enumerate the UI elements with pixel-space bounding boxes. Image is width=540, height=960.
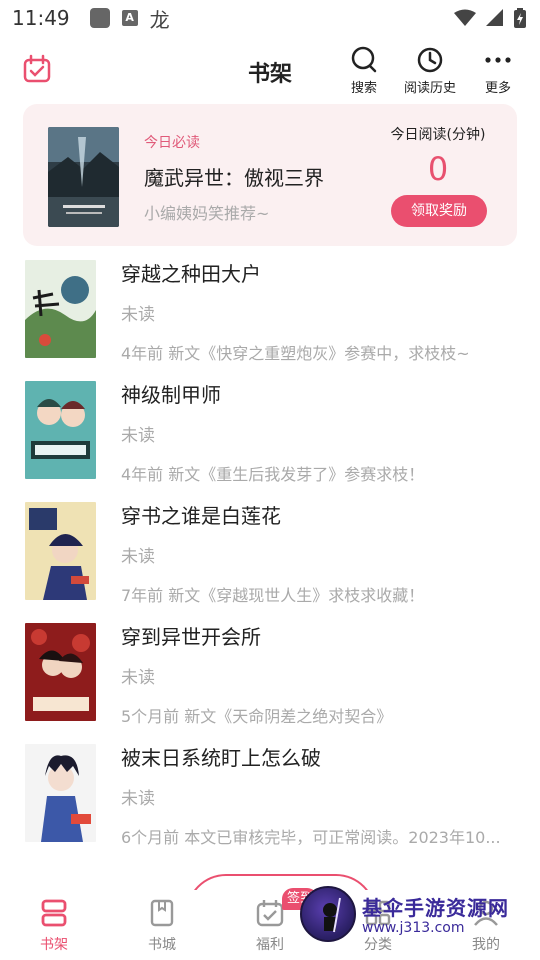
book-cover[interactable] bbox=[25, 623, 96, 721]
book-read-status: 未读 bbox=[121, 789, 155, 809]
book-update: 5个月前 新文《天命阴差之绝对契合》 bbox=[121, 707, 393, 726]
book-row[interactable]: 穿越之种田大户 未读 4年前 新文《快穿之重塑炮灰》参赛中，求枝枝~ bbox=[0, 254, 540, 372]
header: 书架 搜索 阅读历史 更多 bbox=[0, 40, 540, 102]
nav-bookstore[interactable]: 书城 bbox=[122, 898, 202, 954]
book-read-status: 未读 bbox=[121, 547, 155, 567]
book-cover[interactable] bbox=[25, 381, 96, 479]
book-update: 7年前 新文《穿越现世人生》求枝求收藏！ bbox=[121, 586, 425, 605]
reading-history-button[interactable]: 阅读历史 bbox=[404, 46, 456, 96]
app-glyph-icon: 龙 bbox=[149, 7, 170, 32]
book-row[interactable]: 穿到异世开会所 未读 5个月前 新文《天命阴差之绝对契合》 bbox=[0, 617, 540, 735]
more-button[interactable]: 更多 bbox=[484, 46, 512, 96]
nav-bookstore-label: 书城 bbox=[148, 937, 176, 953]
watermark-url: www.j313.com bbox=[362, 920, 465, 936]
watermark-logo-icon bbox=[300, 886, 356, 942]
book-read-status: 未读 bbox=[121, 668, 155, 688]
battery-icon bbox=[514, 8, 526, 28]
book-cover[interactable] bbox=[25, 260, 96, 358]
nav-bookshelf-label: 书架 bbox=[40, 937, 68, 953]
watermark-title: 基伞手游资源网 bbox=[362, 896, 509, 920]
app-a-icon: A bbox=[121, 10, 138, 26]
search-label: 搜索 bbox=[350, 81, 377, 96]
page-title: 书架 bbox=[247, 62, 292, 87]
nav-welfare-label: 福利 bbox=[256, 937, 284, 953]
daily-subtitle: 小编姨妈笑推荐~ bbox=[144, 204, 270, 223]
daily-book-cover[interactable] bbox=[48, 127, 119, 227]
notification-icon bbox=[89, 8, 110, 28]
daily-recommend-card[interactable]: 今日必读 魔武异世：傲视三界 小编姨妈笑推荐~ 今日阅读(分钟) 0 领取奖励 bbox=[23, 104, 517, 246]
search-button[interactable]: 搜索 bbox=[350, 46, 378, 96]
today-reading-minutes: 0 bbox=[427, 150, 449, 188]
book-row[interactable]: 被末日系统盯上怎么破 未读 6个月前 本文已审核完毕，可正常阅读。2023年10… bbox=[0, 738, 540, 856]
bookshelf-icon bbox=[41, 899, 67, 927]
nav-bookshelf[interactable]: 书架 bbox=[14, 898, 94, 954]
book-title: 穿书之谁是白莲花 bbox=[121, 504, 281, 528]
claim-reward-button[interactable]: 领取奖励 bbox=[391, 195, 487, 227]
history-label: 阅读历史 bbox=[404, 81, 457, 96]
history-icon bbox=[417, 47, 443, 73]
today-reading-label: 今日阅读(分钟) bbox=[390, 127, 486, 143]
status-bar: 11:49 A 龙 bbox=[0, 0, 540, 36]
book-update: 4年前 新文《快穿之重塑炮灰》参赛中，求枝枝~ bbox=[121, 344, 470, 363]
book-read-status: 未读 bbox=[121, 305, 155, 325]
book-row[interactable]: 穿书之谁是白莲花 未读 7年前 新文《穿越现世人生》求枝求收藏！ bbox=[0, 496, 540, 614]
book-title: 被末日系统盯上怎么破 bbox=[121, 746, 321, 770]
signal-icon bbox=[486, 9, 503, 26]
bookstore-icon bbox=[150, 899, 174, 927]
book-title: 穿到异世开会所 bbox=[121, 625, 261, 649]
search-icon bbox=[351, 46, 377, 73]
more-icon bbox=[485, 57, 511, 63]
book-read-status: 未读 bbox=[121, 426, 155, 446]
book-update: 4年前 新文《重生后我发芽了》参赛求枝！ bbox=[121, 465, 425, 484]
book-row[interactable]: 神级制甲师 未读 4年前 新文《重生后我发芽了》参赛求枝！ bbox=[0, 375, 540, 493]
wifi-icon bbox=[454, 9, 476, 26]
welfare-icon bbox=[256, 900, 284, 927]
book-cover[interactable] bbox=[25, 744, 96, 842]
book-cover[interactable] bbox=[25, 502, 96, 600]
book-title: 神级制甲师 bbox=[121, 383, 221, 407]
more-label: 更多 bbox=[484, 81, 511, 96]
status-time: 11:49 bbox=[12, 6, 70, 30]
daily-book-title[interactable]: 魔武异世：傲视三界 bbox=[144, 162, 324, 191]
daily-tag: 今日必读 bbox=[144, 135, 200, 151]
watermark: 基伞手游资源网 www.j313.com bbox=[300, 886, 540, 946]
book-title: 穿越之种田大户 bbox=[121, 262, 261, 286]
book-update: 6个月前 本文已审核完毕，可正常阅读。2023年10... bbox=[121, 828, 501, 847]
